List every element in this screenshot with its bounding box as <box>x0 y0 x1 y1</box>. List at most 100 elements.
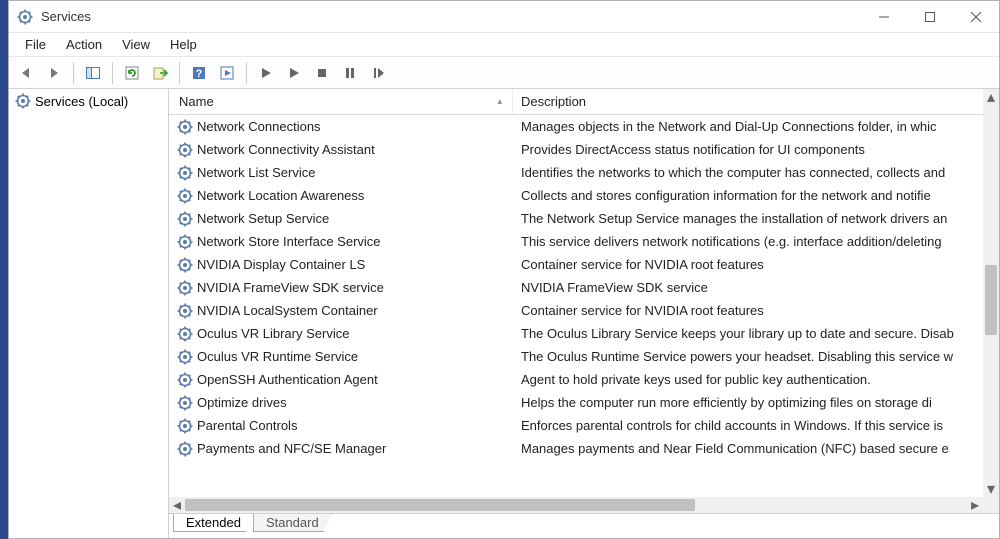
forward-button[interactable] <box>41 60 67 86</box>
scrollbar-track[interactable] <box>185 497 967 513</box>
scroll-down-icon[interactable]: ▾ <box>983 481 999 497</box>
service-description: NVIDIA FrameView SDK service <box>521 280 708 295</box>
toolbar-separator <box>179 62 180 84</box>
gear-icon <box>177 211 193 227</box>
service-description: Manages payments and Near Field Communic… <box>521 441 949 456</box>
service-description: Provides DirectAccess status notificatio… <box>521 142 865 157</box>
service-name: Network Setup Service <box>197 211 329 226</box>
service-row[interactable]: Network List ServiceIdentifies the netwo… <box>169 161 983 184</box>
gear-icon <box>177 441 193 457</box>
service-row[interactable]: Network Connectivity Assistant Provides D… <box>169 138 983 161</box>
list-wrap: Name ▴ Description Network ConnectionsMa… <box>169 89 999 514</box>
service-row[interactable]: Network ConnectionsManages objects in th… <box>169 115 983 138</box>
service-name: NVIDIA LocalSystem Container <box>197 303 378 318</box>
toolbar-separator <box>246 62 247 84</box>
service-description: The Network Setup Service manages the in… <box>521 211 947 226</box>
service-description: The Oculus Runtime Service powers your h… <box>521 349 953 364</box>
column-header-description[interactable]: Description <box>513 89 983 114</box>
service-row[interactable]: Optimize drivesHelps the computer run mo… <box>169 391 983 414</box>
toolbar-separator <box>112 62 113 84</box>
tab-standard[interactable]: Standard <box>253 514 332 532</box>
column-header-description-label: Description <box>521 94 586 109</box>
start-service-button[interactable] <box>253 60 279 86</box>
export-list-button[interactable] <box>147 60 173 86</box>
help-button[interactable]: ? <box>186 60 212 86</box>
gear-icon <box>177 188 193 204</box>
close-icon <box>970 11 982 23</box>
gear-icon <box>177 395 193 411</box>
gear-icon <box>15 93 31 109</box>
menu-file[interactable]: File <box>15 35 56 54</box>
service-name: Oculus VR Runtime Service <box>197 349 358 364</box>
maximize-button[interactable] <box>907 1 953 32</box>
service-row[interactable]: Parental ControlsEnforces parental contr… <box>169 414 983 437</box>
panel-icon <box>85 65 101 81</box>
service-name: Network Store Interface Service <box>197 234 381 249</box>
play-icon <box>259 66 273 80</box>
arrow-right-icon <box>46 65 62 81</box>
service-description: Agent to hold private keys used for publ… <box>521 372 871 387</box>
gear-icon <box>177 119 193 135</box>
service-row[interactable]: NVIDIA FrameView SDK service NVIDIA Frame… <box>169 276 983 299</box>
menu-bar: File Action View Help <box>9 33 999 57</box>
scroll-up-icon[interactable]: ▴ <box>983 89 999 105</box>
scrollbar-thumb[interactable] <box>985 265 997 335</box>
app-gear-icon <box>15 7 35 27</box>
service-row[interactable]: Network Setup Service The Network Setup S… <box>169 207 983 230</box>
stop-service-button[interactable] <box>309 60 335 86</box>
properties-icon <box>219 65 235 81</box>
service-row[interactable]: NVIDIA Display Container LSContainer ser… <box>169 253 983 276</box>
service-row[interactable]: Network Store Interface ServiceThis serv… <box>169 230 983 253</box>
service-name: NVIDIA FrameView SDK service <box>197 280 384 295</box>
service-row[interactable]: Payments and NFC/SE Manager Manages payme… <box>169 437 983 460</box>
service-row[interactable]: NVIDIA LocalSystem ContainerContainer se… <box>169 299 983 322</box>
minimize-button[interactable] <box>861 1 907 32</box>
service-name: Payments and NFC/SE Manager <box>197 441 386 456</box>
refresh-button[interactable] <box>119 60 145 86</box>
scrollbar-track[interactable] <box>983 105 999 481</box>
tree-item-label: Services (Local) <box>35 94 128 109</box>
service-description: Container service for NVIDIA root featur… <box>521 257 764 272</box>
service-name: Network List Service <box>197 165 315 180</box>
service-row[interactable]: Oculus VR Library ServiceThe Oculus Libr… <box>169 322 983 345</box>
horizontal-scrollbar[interactable]: ◂ ▸ <box>169 497 983 513</box>
vertical-scrollbar[interactable]: ▴ ▾ <box>983 89 999 497</box>
pause-service-button[interactable] <box>337 60 363 86</box>
gear-icon <box>177 142 193 158</box>
gear-icon <box>177 372 193 388</box>
column-header-name-label: Name <box>179 94 214 109</box>
menu-view[interactable]: View <box>112 35 160 54</box>
tab-extended[interactable]: Extended <box>173 514 254 532</box>
service-name: Oculus VR Library Service <box>197 326 349 341</box>
tab-extended-label: Extended <box>186 515 241 530</box>
scroll-right-icon[interactable]: ▸ <box>967 497 983 513</box>
scroll-left-icon[interactable]: ◂ <box>169 497 185 513</box>
service-description: Enforces parental controls for child acc… <box>521 418 943 433</box>
gear-icon <box>177 257 193 273</box>
service-name: Network Connectivity Assistant <box>197 142 375 157</box>
toolbar: ? <box>9 57 999 89</box>
menu-action[interactable]: Action <box>56 35 112 54</box>
show-hide-tree-button[interactable] <box>80 60 106 86</box>
service-rows: Network ConnectionsManages objects in th… <box>169 115 983 460</box>
scrollbar-thumb[interactable] <box>185 499 695 511</box>
start-service-alt-button[interactable] <box>281 60 307 86</box>
view-tabs: Extended Standard <box>169 514 999 538</box>
tree-item-services-local[interactable]: Services (Local) <box>11 91 166 111</box>
service-row[interactable]: OpenSSH Authentication Agent Agent to hol… <box>169 368 983 391</box>
gear-icon <box>177 326 193 342</box>
gear-icon <box>177 418 193 434</box>
service-name: OpenSSH Authentication Agent <box>197 372 378 387</box>
menu-help[interactable]: Help <box>160 35 207 54</box>
service-row[interactable]: Network Location AwarenessCollects and s… <box>169 184 983 207</box>
column-header-name[interactable]: Name ▴ <box>169 89 513 114</box>
title-bar: Services <box>9 1 999 33</box>
restart-service-button[interactable] <box>365 60 391 86</box>
service-row[interactable]: Oculus VR Runtime Service The Oculus Runt… <box>169 345 983 368</box>
properties-button[interactable] <box>214 60 240 86</box>
service-description: Helps the computer run more efficiently … <box>521 395 932 410</box>
play-icon <box>287 66 301 80</box>
back-button[interactable] <box>13 60 39 86</box>
tab-standard-label: Standard <box>266 515 319 530</box>
close-button[interactable] <box>953 1 999 32</box>
